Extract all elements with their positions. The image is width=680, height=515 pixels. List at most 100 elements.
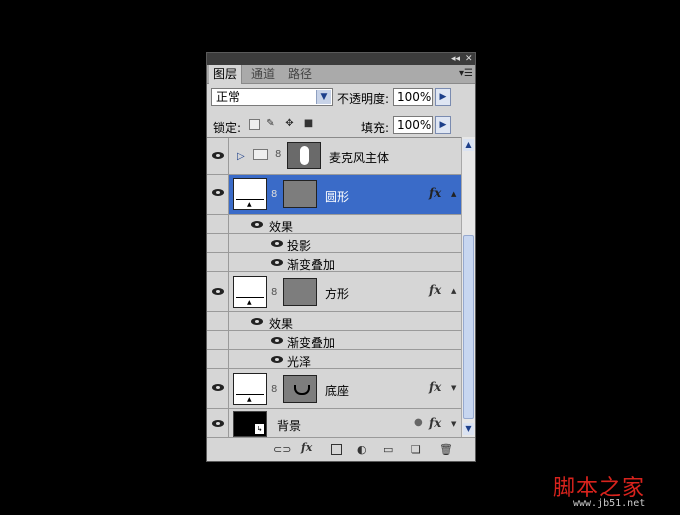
eye-icon[interactable]	[271, 259, 283, 266]
collapse-effects-icon[interactable]: ▲	[451, 190, 456, 198]
adjustment-icon[interactable]: ◐	[357, 443, 367, 456]
smart-object-icon: ↳	[255, 424, 264, 434]
chain-link-icon[interactable]: 8	[271, 287, 277, 298]
expand-effects-icon[interactable]: ▼	[451, 384, 456, 392]
effect-row[interactable]: 渐变叠加	[207, 331, 461, 350]
background-thumbnail: ↳	[233, 411, 267, 437]
thumb-mark: ▲	[247, 201, 252, 208]
chain-link-icon[interactable]: 8	[275, 149, 281, 160]
effects-column	[207, 331, 229, 349]
fx-badge[interactable]: fx	[429, 283, 441, 297]
lock-all-icon[interactable]: ■	[303, 118, 314, 129]
lock-icon: ●	[414, 417, 423, 428]
mask-thumbnail	[283, 180, 317, 208]
layer-row-background[interactable]: ↳ 背景 ● fx ▼	[207, 409, 461, 438]
effects-column	[207, 215, 229, 233]
close-icon[interactable]: ✕	[465, 53, 473, 65]
effect-row[interactable]: 投影	[207, 234, 461, 253]
fill-slider-button[interactable]: ▶	[435, 116, 451, 134]
effects-label: 效果	[269, 220, 294, 234]
eye-icon[interactable]	[271, 240, 283, 247]
visibility-toggle[interactable]	[207, 272, 229, 311]
layer-name[interactable]: 底座	[325, 382, 349, 399]
tab-layers[interactable]: 图层	[209, 65, 243, 84]
fill-input[interactable]: 100%	[393, 116, 433, 134]
trash-icon[interactable]: 🗑	[439, 443, 453, 456]
collapse-effects-icon[interactable]: ▲	[451, 287, 456, 295]
group-folder-icon[interactable]: ▭	[383, 443, 393, 456]
lock-pixels-icon[interactable]: ✎	[265, 118, 276, 129]
effects-column	[207, 312, 229, 330]
layer-row-group[interactable]: ▷ 8 麦克风主体	[207, 138, 461, 175]
visibility-toggle[interactable]	[207, 138, 229, 174]
lock-label: 锁定:	[213, 121, 242, 135]
thumb-line	[236, 394, 264, 395]
layer-name[interactable]: 背景	[277, 417, 301, 434]
effect-name: 光泽	[287, 355, 312, 369]
eye-icon	[212, 189, 224, 196]
layer-thumbnail: ▲	[233, 373, 267, 405]
expand-triangle-icon[interactable]: ▷	[237, 151, 245, 162]
eye-icon[interactable]	[271, 337, 283, 344]
visibility-toggle[interactable]	[207, 369, 229, 408]
fill-label: 填充:	[361, 121, 390, 135]
effects-column	[207, 253, 229, 271]
mask-thumbnail	[283, 278, 317, 306]
layer-thumbnail: ▲	[233, 276, 267, 308]
mask-thumbnail	[287, 142, 321, 169]
fx-badge[interactable]: fx	[429, 416, 441, 430]
scroll-up-icon[interactable]: ▲	[463, 139, 474, 151]
layer-name[interactable]: 麦克风主体	[329, 149, 389, 166]
effects-header-row[interactable]: 效果	[207, 312, 461, 331]
eye-icon[interactable]	[271, 356, 283, 363]
folder-icon	[253, 149, 268, 160]
lock-transparency-icon[interactable]	[249, 119, 260, 130]
effect-name: 渐变叠加	[287, 258, 336, 272]
layers-scrollbar[interactable]: ▲ ▼	[461, 137, 475, 437]
thumb-mark: ▲	[247, 396, 252, 403]
chain-link-icon[interactable]: 8	[271, 189, 277, 200]
collapse-icon[interactable]: ◂◂	[451, 53, 460, 65]
fx-badge[interactable]: fx	[429, 380, 441, 394]
opacity-input[interactable]: 100%	[393, 88, 433, 106]
layer-row-selected[interactable]: ▲ 8 圆形 fx ▲	[207, 175, 461, 215]
visibility-toggle[interactable]	[207, 409, 229, 438]
eye-icon	[212, 384, 224, 391]
layer-name[interactable]: 圆形	[325, 188, 349, 205]
tab-paths[interactable]: 路径	[284, 65, 316, 83]
panel-menu-icon[interactable]: ▾☰	[459, 68, 473, 79]
eye-icon	[212, 288, 224, 295]
opacity-slider-button[interactable]: ▶	[435, 88, 451, 106]
new-layer-icon[interactable]: ❏	[411, 443, 421, 456]
layer-name[interactable]: 方形	[325, 285, 349, 302]
lock-position-icon[interactable]: ✥	[284, 118, 295, 129]
effects-column	[207, 234, 229, 252]
eye-icon[interactable]	[251, 318, 263, 325]
thumb-line	[236, 297, 264, 298]
tab-channels[interactable]: 通道	[247, 65, 279, 83]
effect-name: 投影	[287, 239, 312, 253]
link-icon[interactable]: ⊂⊃	[273, 443, 291, 456]
watermark-url: www.jb51.net	[573, 498, 646, 509]
chevron-down-icon: ▼	[316, 90, 331, 104]
scrollbar-thumb[interactable]	[463, 235, 474, 419]
visibility-toggle[interactable]	[207, 175, 229, 214]
thumb-line	[236, 199, 264, 200]
thumb-mark: ▲	[247, 299, 252, 306]
mask-icon[interactable]	[331, 444, 342, 455]
chain-link-icon[interactable]: 8	[271, 384, 277, 395]
layer-thumbnail: ▲	[233, 178, 267, 210]
scroll-down-icon[interactable]: ▼	[463, 423, 474, 435]
layer-row[interactable]: ▲ 8 方形 fx ▲	[207, 272, 461, 312]
layer-row[interactable]: ▲ 8 底座 fx ▼	[207, 369, 461, 409]
eye-icon[interactable]	[251, 221, 263, 228]
fx-icon[interactable]: fx	[301, 441, 312, 454]
effect-row[interactable]: 光泽	[207, 350, 461, 369]
layers-list: ▷ 8 麦克风主体 ▲ 8 圆形 fx ▲ 效果 投影 渐变叠加 ▲ 8 方形 …	[207, 137, 461, 438]
effect-row[interactable]: 渐变叠加	[207, 253, 461, 272]
opacity-label: 不透明度:	[337, 92, 390, 106]
blend-mode-select[interactable]: 正常 ▼	[211, 88, 333, 106]
expand-effects-icon[interactable]: ▼	[451, 420, 456, 428]
effects-header-row[interactable]: 效果	[207, 215, 461, 234]
fx-badge[interactable]: fx	[429, 186, 441, 200]
